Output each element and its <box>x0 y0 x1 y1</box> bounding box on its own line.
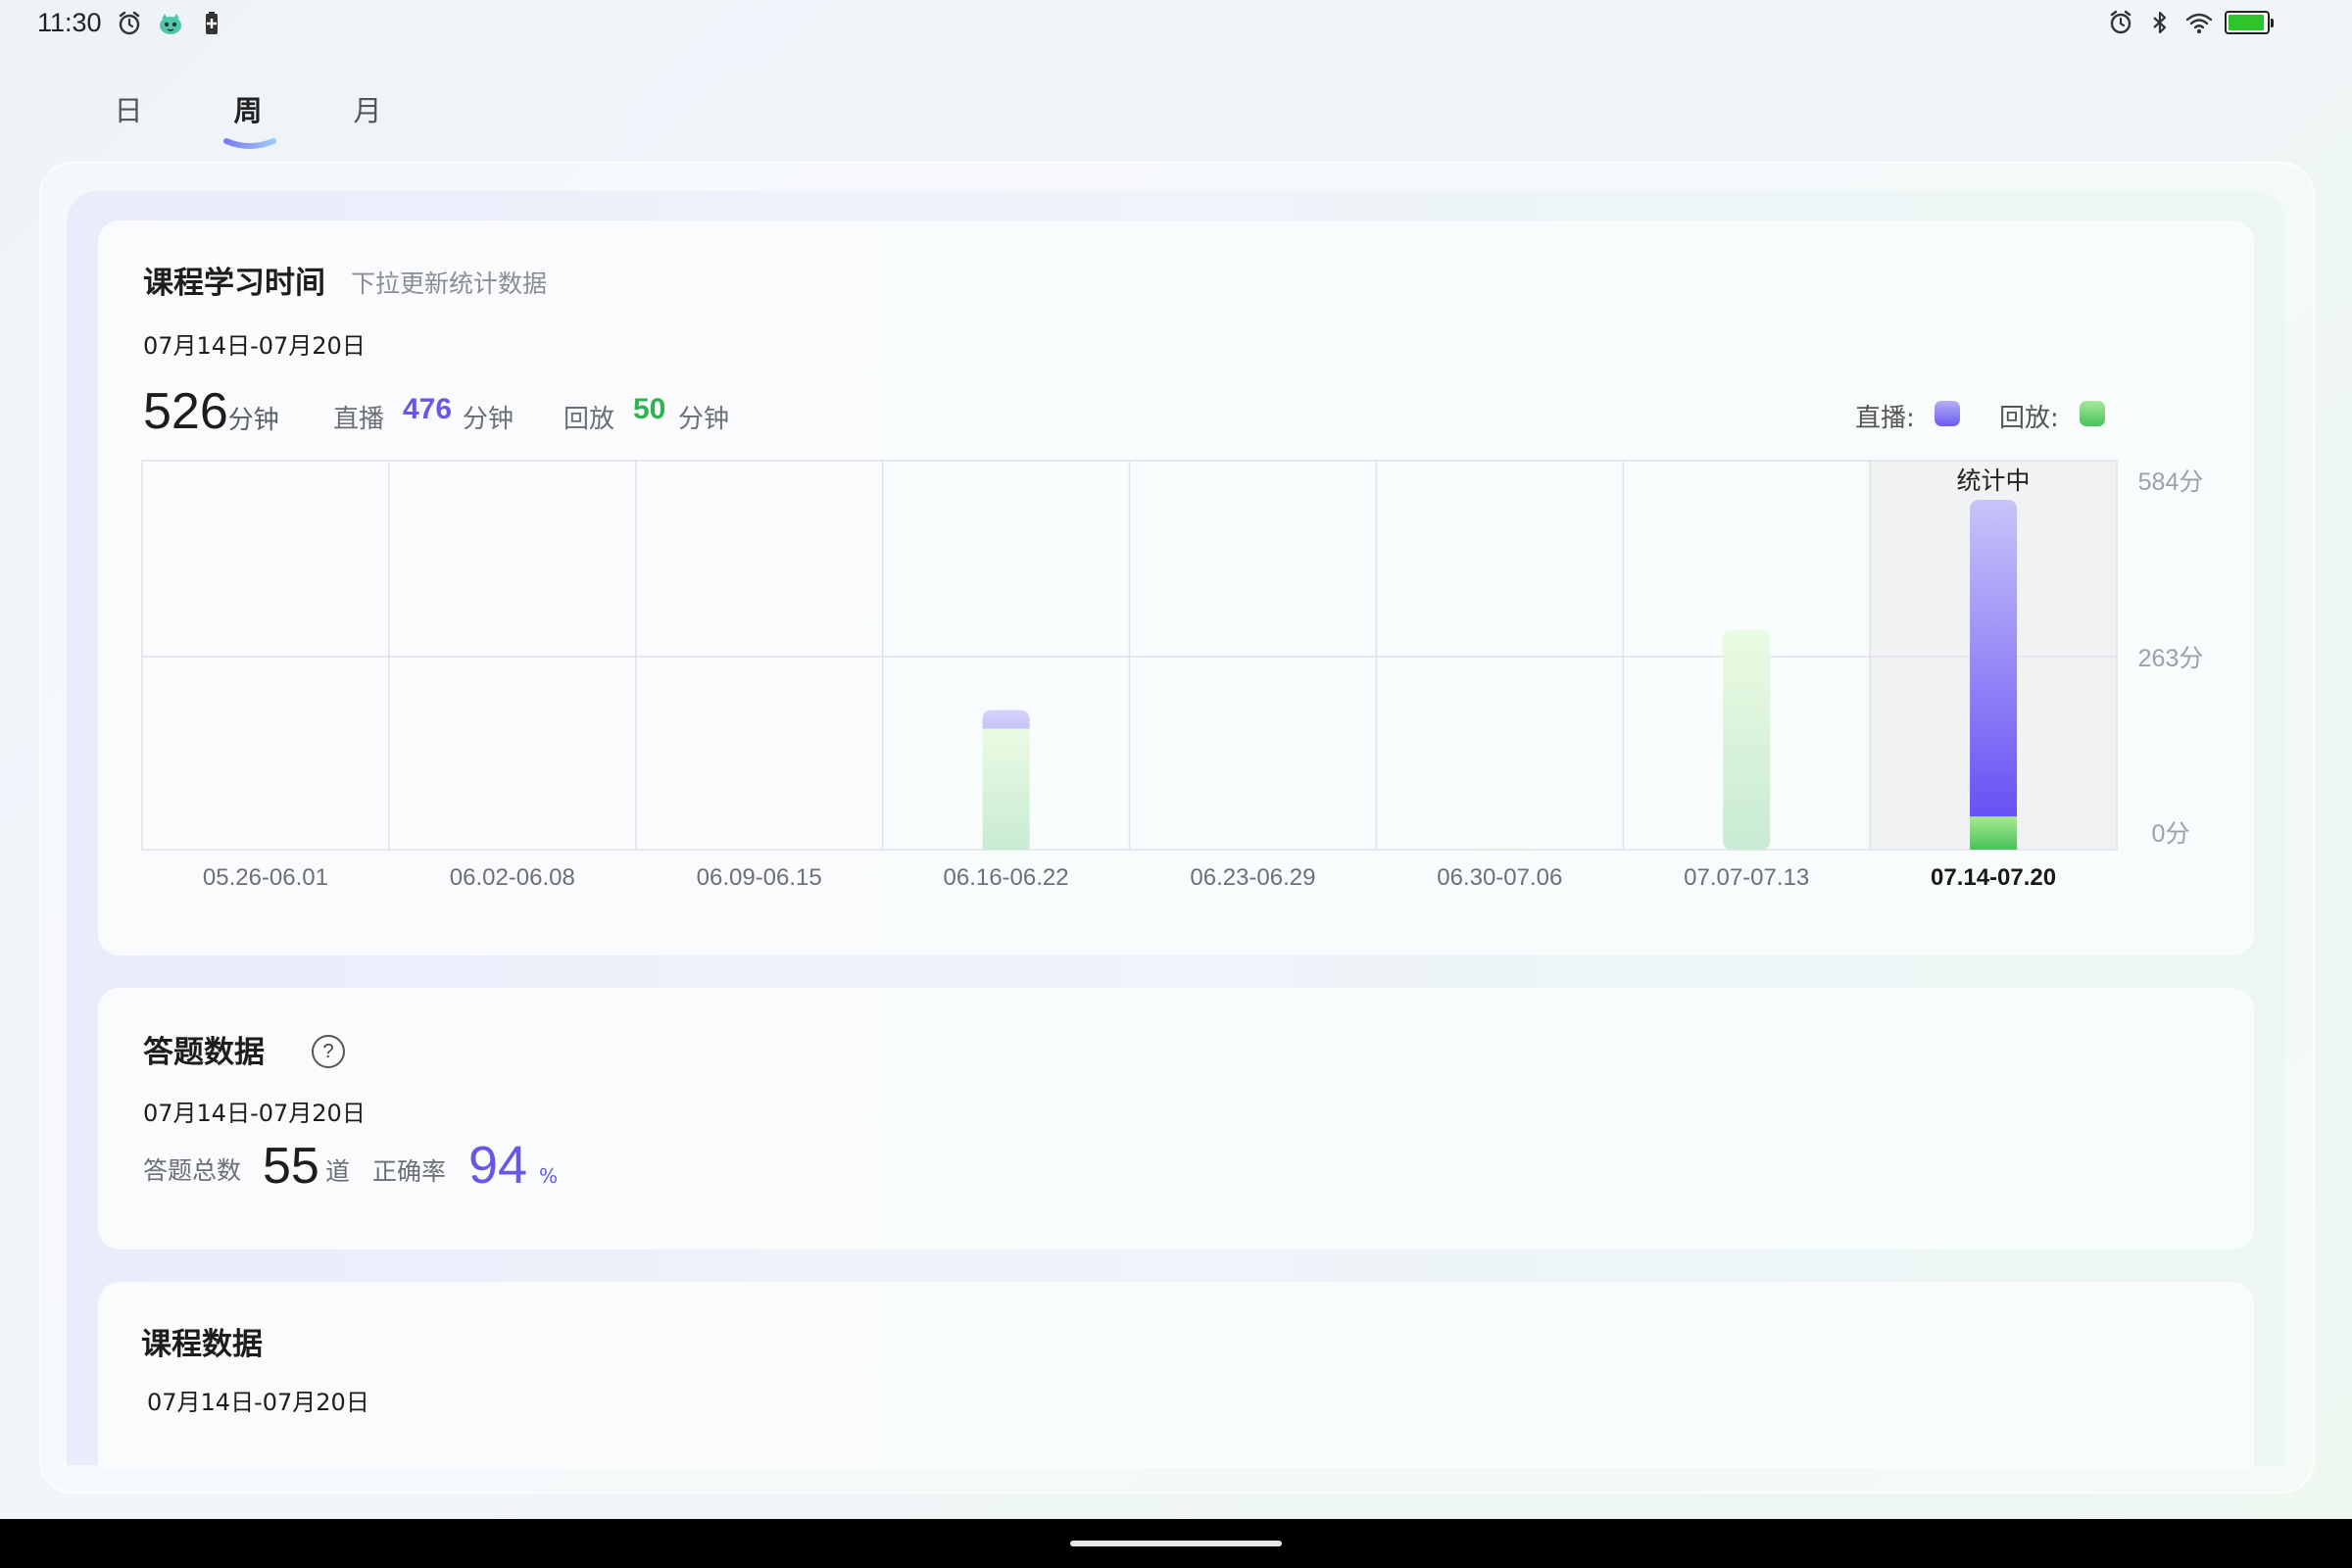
y-tick-label: 584分 <box>2138 468 2204 496</box>
accuracy-value: 94 <box>468 1136 528 1195</box>
total-questions-unit: 道 <box>325 1157 351 1186</box>
x-tick-label: 07.14-07.20 <box>1931 864 2056 891</box>
battery-saver-icon <box>205 11 218 34</box>
alarm-icon <box>119 11 139 34</box>
course-data-card: 课程数据 07月14日-07月20日 <box>98 1282 2254 1468</box>
total-questions-label: 答题总数 <box>143 1156 242 1185</box>
status-right <box>2107 9 2274 36</box>
weekly-study-chart: 05.26-06.01 06.02-06.08 06.09-06.15 06.16-0… <box>141 460 2204 891</box>
wifi-icon <box>2185 13 2213 34</box>
status-left: 11:30 <box>37 8 225 38</box>
home-gesture-handle[interactable] <box>1070 1541 1282 1546</box>
total-questions-value: 55 <box>263 1138 319 1195</box>
bluetooth-icon <box>2153 11 2167 34</box>
battery-icon <box>2225 11 2274 34</box>
x-tick-label: 06.16-06.22 <box>944 864 1069 891</box>
live-bar <box>1970 500 2018 817</box>
system-nav-bar <box>0 1519 2352 1568</box>
tab-week[interactable]: 周 <box>188 88 308 149</box>
replay-bar <box>1476 848 1524 850</box>
tab-week-label: 周 <box>233 94 263 127</box>
replay-bar <box>1970 816 2018 850</box>
answer-data-title: 答题数据 <box>143 1035 265 1070</box>
study-time-card: 课程学习时间 下拉更新统计数据 07月14日-07月20日 526分钟 直播 4… <box>98 220 2254 956</box>
help-icon[interactable]: ? <box>312 1035 345 1068</box>
accuracy-label: 正确率 <box>372 1157 447 1186</box>
x-tick-label: 06.09-06.15 <box>697 864 822 891</box>
tab-month[interactable]: 月 <box>308 88 427 129</box>
live-bar <box>982 710 1030 729</box>
alarm-icon <box>2110 10 2132 34</box>
period-tabs: 日 周 月 <box>69 88 427 149</box>
answer-data-card: 答题数据 ? 07月14日-07月20日 答题总数 55 道 正确率 94 % <box>98 988 2254 1250</box>
replay-bar <box>1723 630 1771 850</box>
x-tick-label: 06.23-06.29 <box>1190 864 1315 891</box>
y-tick-label: 263分 <box>2138 645 2204 672</box>
tab-day[interactable]: 日 <box>69 88 188 129</box>
replay-bar <box>982 728 1030 850</box>
active-tab-indicator <box>223 138 276 149</box>
accuracy-unit: % <box>539 1164 559 1188</box>
answer-date-range: 07月14日-07月20日 <box>143 1100 366 1127</box>
x-tick-label: 06.30-07.06 <box>1437 864 1562 891</box>
status-bar: 11:30 <box>0 0 2352 49</box>
course-data-title: 课程数据 <box>141 1327 263 1362</box>
x-tick-label: 06.02-06.08 <box>450 864 575 891</box>
x-tick-label: 07.07-07.13 <box>1684 864 1809 891</box>
x-tick-label: 05.26-06.01 <box>203 864 328 891</box>
y-tick-label: 0分 <box>2152 820 2190 848</box>
app-mascot-icon <box>159 13 181 34</box>
course-date-range: 07月14日-07月20日 <box>147 1389 369 1416</box>
counting-in-progress-label: 统计中 <box>1957 466 2031 495</box>
status-time: 11:30 <box>37 8 102 37</box>
